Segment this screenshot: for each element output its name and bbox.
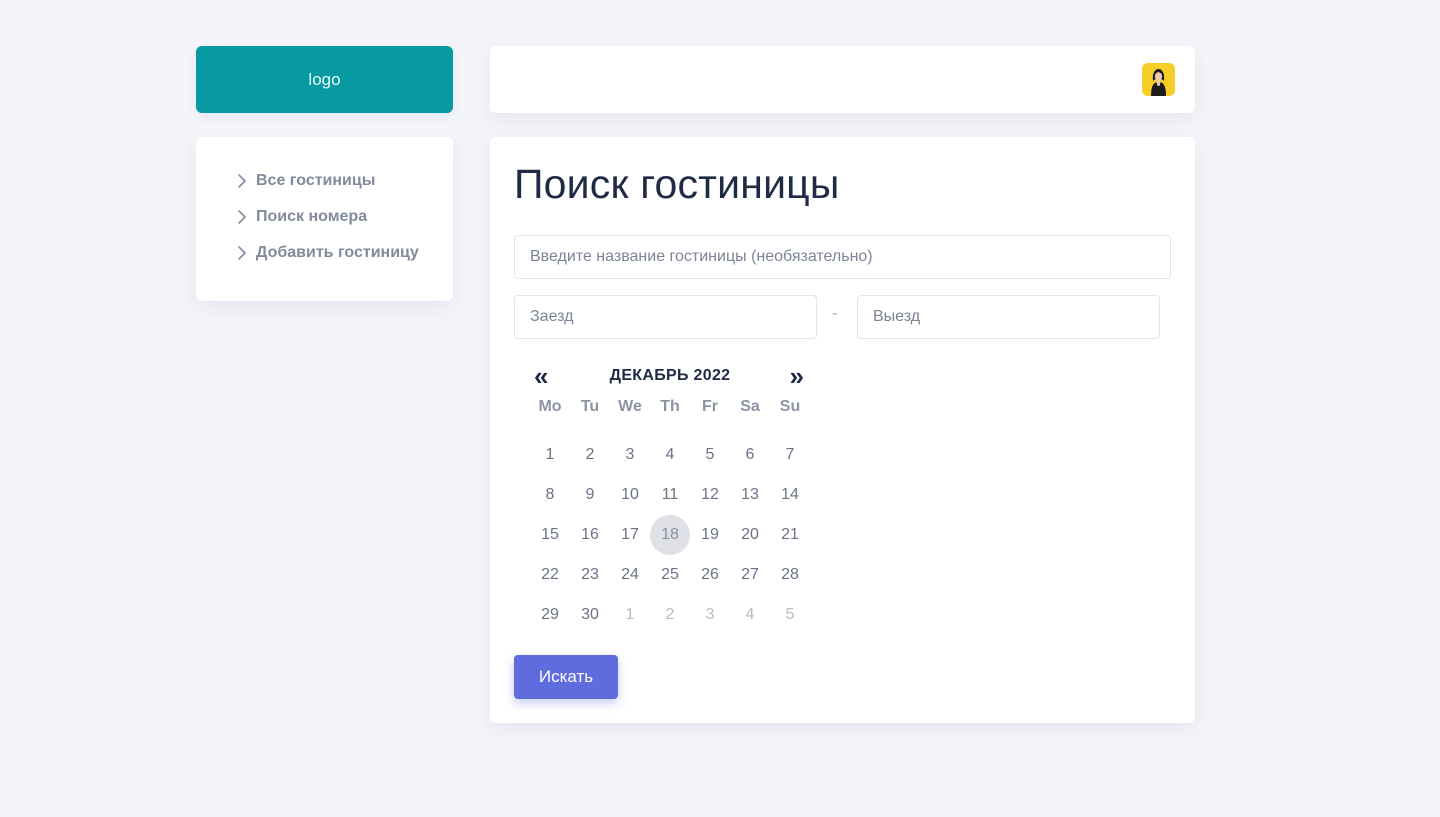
calendar-day[interactable]: 12 — [690, 475, 730, 515]
calendar-day[interactable]: 5 — [770, 595, 810, 635]
sidebar-item-label: Все гостиницы — [256, 172, 376, 189]
calendar-day[interactable]: 3 — [690, 595, 730, 635]
calendar-day[interactable]: 20 — [730, 515, 770, 555]
calendar-day[interactable]: 2 — [650, 595, 690, 635]
weekday-label: Su — [779, 398, 801, 415]
checkin-date-input[interactable] — [514, 295, 817, 339]
weekday-label: Fr — [702, 398, 718, 415]
calendar-day[interactable]: 22 — [530, 555, 570, 595]
calendar-day[interactable]: 24 — [610, 555, 650, 595]
weekday-label: Tu — [580, 398, 600, 415]
calendar-day[interactable]: 6 — [730, 435, 770, 475]
calendar-day[interactable]: 2 — [570, 435, 610, 475]
calendar-day[interactable]: 13 — [730, 475, 770, 515]
date-separator: - — [832, 305, 838, 322]
calendar-day[interactable]: 9 — [570, 475, 610, 515]
calendar-day[interactable]: 3 — [610, 435, 650, 475]
calendar-header: « ДЕКАБРЬ 2022 » — [530, 361, 810, 391]
logo[interactable]: logo — [196, 46, 453, 113]
top-header — [490, 46, 1195, 113]
calendar-day[interactable]: 27 — [730, 555, 770, 595]
calendar-day[interactable]: 17 — [610, 515, 650, 555]
calendar-month-label[interactable]: ДЕКАБРЬ 2022 — [530, 367, 810, 385]
chevron-right-icon — [232, 207, 252, 227]
calendar-day[interactable]: 14 — [770, 475, 810, 515]
calendar-day[interactable]: 25 — [650, 555, 690, 595]
calendar-day[interactable]: 26 — [690, 555, 730, 595]
weekday-label: Mo — [538, 398, 562, 415]
calendar-day[interactable]: 8 — [530, 475, 570, 515]
calendar-day[interactable]: 15 — [530, 515, 570, 555]
chevron-right-icon — [232, 243, 252, 263]
calendar-spacer — [530, 423, 810, 435]
calendar-day[interactable]: 4 — [730, 595, 770, 635]
calendar-day[interactable]: 7 — [770, 435, 810, 475]
page-title: Поиск гостиницы — [514, 161, 840, 207]
calendar-day-selected[interactable]: 18 — [650, 515, 690, 555]
calendar-day[interactable]: 5 — [690, 435, 730, 475]
sidebar-item-add-hotel[interactable]: Добавить гостиницу — [196, 231, 453, 275]
checkout-date-input[interactable] — [857, 295, 1160, 339]
chevron-right-icon — [232, 171, 252, 191]
main-panel: Поиск гостиницы - « ДЕКАБРЬ 2022 » Mo Tu W… — [490, 137, 1195, 723]
calendar-day[interactable]: 4 — [650, 435, 690, 475]
calendar-day[interactable]: 28 — [770, 555, 810, 595]
calendar-grid: Mo Tu We Th Fr Sa Su 1 2 3 4 5 6 7 8 9 10 11 12 13 14 15 16 17 1… — [530, 395, 810, 635]
user-avatar-icon — [1142, 63, 1175, 96]
hotel-name-input[interactable] — [514, 235, 1171, 279]
sidebar-item-label: Добавить гостиницу — [256, 244, 419, 261]
avatar[interactable] — [1142, 63, 1175, 96]
calendar-day[interactable]: 1 — [610, 595, 650, 635]
next-month-button[interactable]: » — [790, 361, 804, 391]
calendar-day[interactable]: 16 — [570, 515, 610, 555]
calendar-day[interactable]: 30 — [570, 595, 610, 635]
weekday-label: Sa — [740, 398, 760, 415]
date-picker-calendar: « ДЕКАБРЬ 2022 » Mo Tu We Th Fr Sa Su 1 2 3 4 5 6 7 8 9… — [530, 361, 810, 635]
calendar-day[interactable]: 1 — [530, 435, 570, 475]
search-button[interactable]: Искать — [514, 655, 618, 699]
sidebar: Все гостиницы Поиск номера Добавить гост… — [196, 137, 453, 301]
calendar-day[interactable]: 21 — [770, 515, 810, 555]
calendar-day[interactable]: 19 — [690, 515, 730, 555]
calendar-day[interactable]: 10 — [610, 475, 650, 515]
calendar-day[interactable]: 23 — [570, 555, 610, 595]
calendar-day[interactable]: 29 — [530, 595, 570, 635]
weekday-label: Th — [660, 398, 680, 415]
weekday-label: We — [618, 398, 642, 415]
calendar-day[interactable]: 11 — [650, 475, 690, 515]
sidebar-item-label: Поиск номера — [256, 208, 368, 225]
